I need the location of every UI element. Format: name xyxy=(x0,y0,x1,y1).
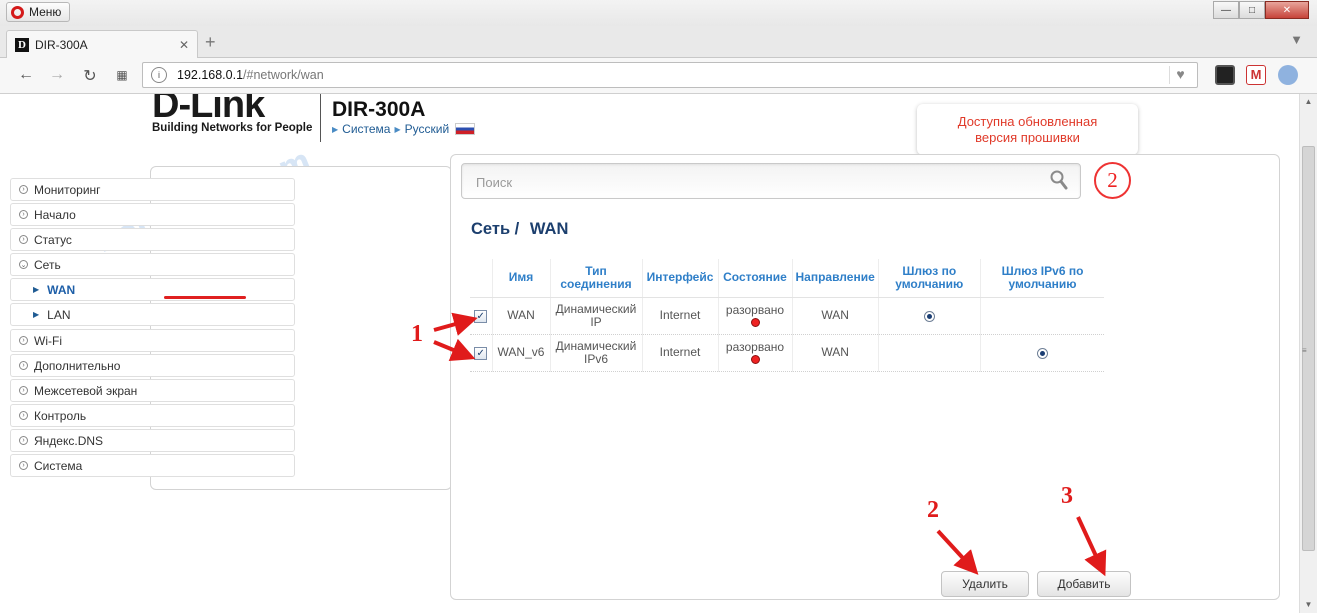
page-viewport: help-wifi.com help-wifi.com help-wifi.co… xyxy=(0,94,1299,613)
forward-icon[interactable]: → xyxy=(47,66,67,84)
speed-dial-icon[interactable]: ▦ xyxy=(112,68,132,82)
scroll-down-icon[interactable]: ▼ xyxy=(1300,597,1317,613)
scroll-grip-icon: ≡ xyxy=(1302,346,1307,355)
window-controls: — □ ✕ xyxy=(1213,1,1309,19)
page-scrollbar[interactable]: ▲ ≡ ▼ xyxy=(1299,94,1317,613)
extension-icon[interactable] xyxy=(1215,65,1235,85)
tab-menu-icon[interactable]: ▼ xyxy=(1290,32,1303,47)
address-path: /#network/wan xyxy=(243,68,324,82)
bookmark-heart-icon[interactable]: ♥ xyxy=(1169,66,1191,84)
browser-titlebar: Меню — □ ✕ xyxy=(0,0,1317,26)
scroll-up-icon[interactable]: ▲ xyxy=(1300,94,1317,110)
arrow-to-row1-icon xyxy=(433,312,478,336)
cloud-icon[interactable] xyxy=(1278,65,1298,85)
site-info-icon[interactable]: i xyxy=(151,67,167,83)
back-icon[interactable]: ← xyxy=(16,66,36,84)
address-bar[interactable]: i 192.168.0.1 /#network/wan ♥ xyxy=(142,62,1198,88)
reload-icon[interactable]: ↻ xyxy=(80,66,100,86)
navigation-bar: ← → ↻ ▦ i 192.168.0.1 /#network/wan ♥ M xyxy=(0,58,1317,94)
tab-title: DIR-300A xyxy=(35,37,88,52)
opera-menu-button[interactable]: Меню xyxy=(6,2,71,22)
annotation-arrows xyxy=(433,312,1107,577)
minimize-icon[interactable]: — xyxy=(1213,1,1239,19)
browser-tab[interactable]: D DIR-300A ✕ xyxy=(6,30,198,58)
arrow-to-delete-icon xyxy=(936,529,979,575)
arrow-to-add-icon xyxy=(1076,516,1107,577)
maximize-icon[interactable]: □ xyxy=(1239,1,1265,19)
tab-bar: D DIR-300A ✕ xyxy=(0,26,1317,58)
arrow-to-row2-icon xyxy=(433,338,476,362)
opera-logo-icon xyxy=(11,5,24,19)
tab-close-icon[interactable]: ✕ xyxy=(179,38,189,52)
new-tab-icon[interactable]: + xyxy=(205,32,216,53)
gmail-icon[interactable]: M xyxy=(1246,65,1266,85)
address-host: 192.168.0.1 xyxy=(177,68,244,82)
dlink-favicon-icon: D xyxy=(15,37,29,52)
close-window-icon[interactable]: ✕ xyxy=(1265,1,1309,19)
menu-label: Меню xyxy=(29,5,62,19)
